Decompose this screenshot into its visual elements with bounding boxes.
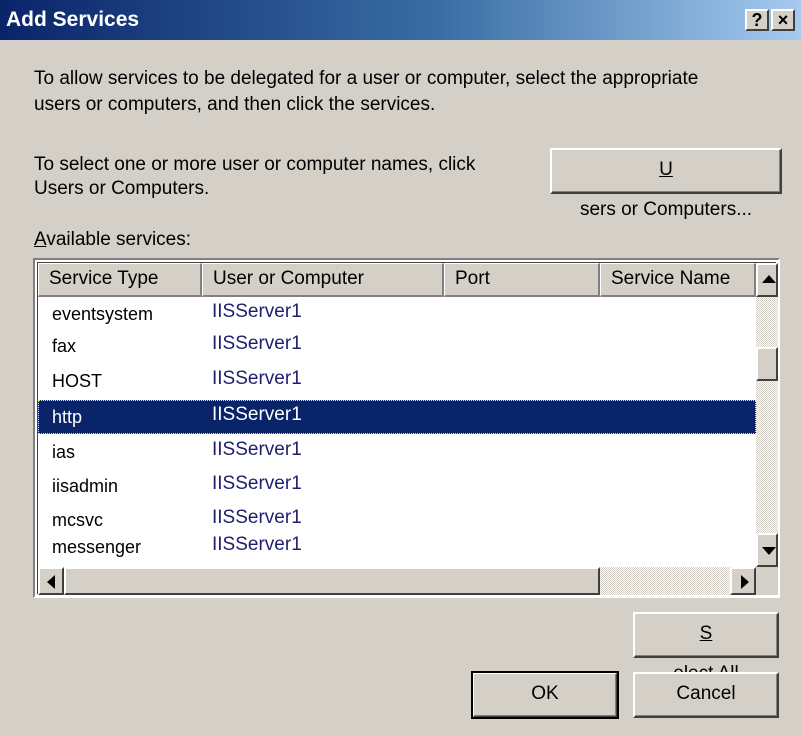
service-type-cell: eventsystem xyxy=(52,304,154,324)
user-cell: IISServer1 xyxy=(212,534,302,555)
column-header-label: Port xyxy=(455,268,490,289)
user-cell: IISServer1 xyxy=(212,333,302,354)
column-header-service-type[interactable]: Service Type xyxy=(38,263,202,297)
scroll-up-button[interactable] xyxy=(756,263,778,297)
add-services-dialog: Add Services ? × To allow services to be… xyxy=(0,0,801,736)
arrow-left-icon xyxy=(47,575,55,589)
column-header-label: Service Name xyxy=(611,268,731,289)
intro-text-line-1: To allow services to be delegated for a … xyxy=(34,68,699,89)
help-button[interactable]: ? xyxy=(745,9,769,31)
table-row[interactable]: fax IISServer1 xyxy=(38,329,756,363)
user-cell: IISServer1 xyxy=(212,507,302,528)
users-or-computers-label: sers or Computers... xyxy=(579,199,753,220)
scroll-thumb[interactable] xyxy=(756,347,778,381)
arrow-right-icon xyxy=(741,575,749,589)
available-services-label-text: vailable services: xyxy=(46,229,192,250)
cancel-button[interactable]: Cancel xyxy=(633,672,779,718)
ok-button[interactable]: OK xyxy=(471,671,619,719)
service-type-cell: fax xyxy=(52,336,77,356)
mnemonic-s: S xyxy=(699,623,713,644)
intro-text-line-2: users or computers, and then click the s… xyxy=(34,94,436,115)
arrow-up-icon xyxy=(762,275,776,283)
services-list[interactable]: Service Type User or Computer Port Servi… xyxy=(33,258,780,598)
user-cell: IISServer1 xyxy=(212,473,302,494)
scroll-right-button[interactable] xyxy=(730,567,756,595)
table-row[interactable]: iisadmin IISServer1 xyxy=(38,469,756,503)
user-cell: IISServer1 xyxy=(212,439,302,460)
user-cell: IISServer1 xyxy=(212,404,302,425)
scrollbar-corner xyxy=(756,567,778,595)
service-type-cell: ias xyxy=(52,442,76,462)
close-icon: × xyxy=(777,10,789,30)
horizontal-scroll-thumb[interactable] xyxy=(64,567,600,595)
close-button[interactable]: × xyxy=(771,9,795,31)
ok-label: OK xyxy=(531,683,559,704)
users-or-computers-button[interactable]: Users or Computers... xyxy=(550,148,782,220)
mnemonic-a: A xyxy=(34,229,47,250)
services-rows: eventsystem IISServer1 fax IISServer1 HO… xyxy=(38,297,756,567)
scroll-down-button[interactable] xyxy=(756,533,778,567)
table-row[interactable]: HOST IISServer1 xyxy=(38,364,756,398)
help-icon: ? xyxy=(751,10,763,30)
mnemonic-u: U xyxy=(659,159,673,180)
scroll-left-button[interactable] xyxy=(38,567,64,595)
service-type-cell: http xyxy=(52,407,83,427)
service-type-cell: iisadmin xyxy=(52,476,119,496)
table-row[interactable]: ias IISServer1 xyxy=(38,435,756,469)
column-header-label: User or Computer xyxy=(213,268,364,289)
column-header-label: Service Type xyxy=(49,268,159,289)
available-services-label: Available services: xyxy=(34,227,191,253)
service-type-cell: messenger xyxy=(52,537,142,557)
user-cell: IISServer1 xyxy=(212,368,302,389)
table-row[interactable]: messenger IISServer1 xyxy=(38,530,756,564)
table-row-selected[interactable]: http IISServer1 xyxy=(38,400,756,434)
user-cell: IISServer1 xyxy=(212,301,302,322)
select-text-line-2: Users or Computers. xyxy=(34,178,210,199)
arrow-down-icon xyxy=(762,547,776,555)
vertical-scrollbar[interactable] xyxy=(756,263,778,567)
column-header-service-name[interactable]: Service Name xyxy=(600,263,756,297)
horizontal-scrollbar[interactable] xyxy=(38,567,756,595)
column-header-user-or-computer[interactable]: User or Computer xyxy=(202,263,444,297)
select-text-line-1: To select one or more user or computer n… xyxy=(34,154,476,175)
select-all-button[interactable]: Select All xyxy=(633,612,779,684)
table-row[interactable]: eventsystem IISServer1 xyxy=(38,297,756,331)
services-list-inner: Service Type User or Computer Port Servi… xyxy=(37,262,778,595)
title-bar[interactable]: Add Services ? × xyxy=(0,0,801,40)
service-type-cell: HOST xyxy=(52,371,103,391)
cancel-label: Cancel xyxy=(676,683,736,704)
window-title: Add Services xyxy=(6,8,140,31)
column-header-port[interactable]: Port xyxy=(444,263,600,297)
